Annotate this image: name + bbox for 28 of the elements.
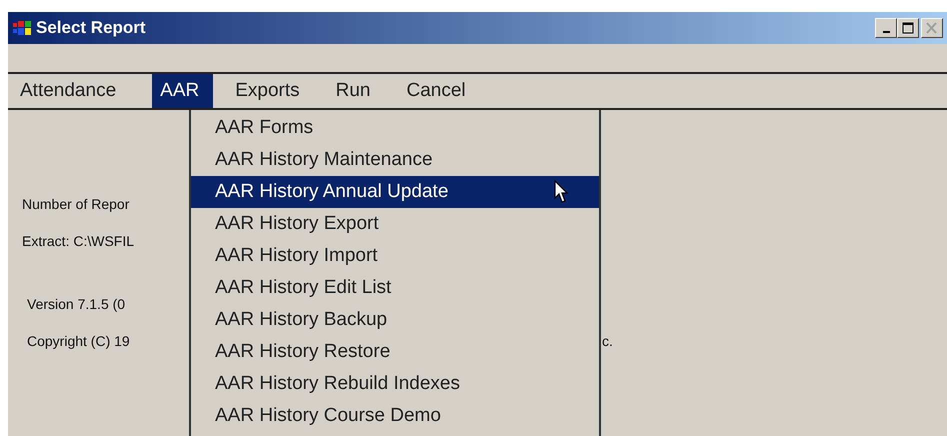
info-text: Version 7.1.5 (0 (26, 295, 126, 314)
menu-item[interactable]: AAR History Rebuild Indexes (191, 368, 599, 400)
info-text: Number of Repor (22, 195, 130, 214)
maximize-button[interactable] (897, 18, 919, 38)
menu-item[interactable]: Run (328, 74, 384, 108)
menu-item[interactable]: AAR History Import (191, 240, 599, 272)
minimize-button[interactable] (875, 18, 897, 38)
close-icon (925, 22, 939, 34)
menu-item[interactable]: Attendance (12, 74, 130, 108)
menu-item[interactable]: AAR History Annual Update (191, 176, 599, 208)
menu-item[interactable]: AAR History Edit List (191, 272, 599, 304)
info-text: Extract: C:\WSFIL (22, 232, 136, 251)
cursor-icon (554, 180, 570, 204)
app-icon (12, 19, 32, 37)
menu-item[interactable]: AAR History Course Demo (191, 400, 599, 432)
minimize-icon (882, 31, 890, 33)
window-title: Select Report (36, 17, 146, 40)
menu-item[interactable]: AAR History Maintenance (191, 144, 599, 176)
menu-item[interactable]: Cancel (398, 74, 480, 108)
menu-item[interactable]: AAR Forms (191, 112, 599, 144)
menu-item[interactable]: AAR (152, 74, 214, 108)
maximize-icon (901, 22, 915, 34)
menu-item[interactable]: AAR History Export (191, 208, 599, 240)
info-text: Copyright (C) 19 (26, 332, 131, 351)
info-text: c. (602, 332, 613, 351)
menu-item[interactable]: Exports (227, 74, 314, 108)
menu-item[interactable]: AAR History Backup (191, 304, 599, 336)
menu-item[interactable]: AAR History Restore (191, 336, 599, 368)
